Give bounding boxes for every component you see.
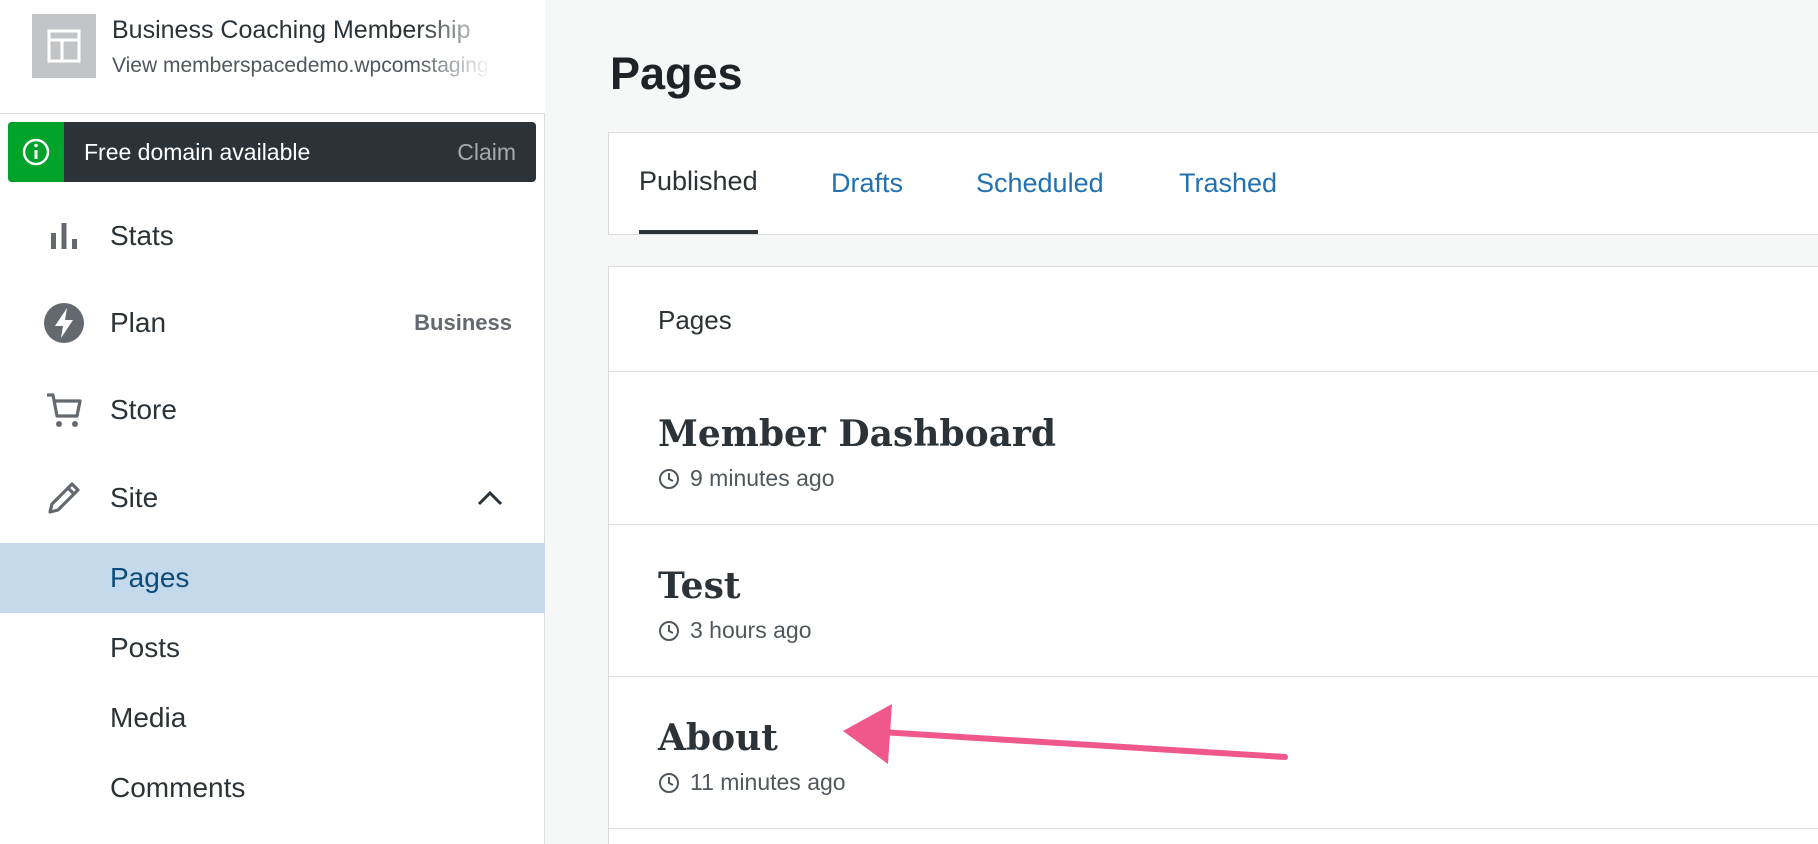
page-modified-time: 3 hours ago: [690, 617, 812, 643]
list-header-label: Pages: [658, 305, 732, 335]
list-header: Pages: [609, 267, 1818, 372]
list-item[interactable]: About 11 minutes ago: [609, 677, 1818, 829]
cart-icon: [42, 388, 86, 432]
sidebar-item-label: Site: [110, 482, 159, 513]
page-title-link[interactable]: Member Dashboard: [658, 413, 1056, 455]
sidebar-subitem-posts[interactable]: Posts: [0, 613, 545, 683]
status-tabs: Published Drafts Scheduled Trashed: [608, 132, 1818, 235]
plan-icon: [42, 301, 86, 345]
sidebar-subitem-label: Pages: [110, 562, 190, 593]
sidebar-item-plan[interactable]: Plan Business: [0, 283, 545, 363]
sidebar-subitem-pages[interactable]: Pages: [0, 543, 545, 613]
page-meta: 3 hours ago: [658, 617, 811, 644]
list-item[interactable]: Member Dashboard 9 minutes ago: [609, 373, 1818, 525]
page-title-link[interactable]: About: [658, 717, 778, 759]
site-url[interactable]: View memberspacedemo.wpcomstaging.com: [112, 54, 492, 78]
clock-icon: [658, 772, 680, 794]
sidebar-subitem-comments[interactable]: Comments: [0, 753, 545, 823]
sidebar-subitem-label: Media: [110, 702, 187, 733]
claim-button[interactable]: Claim: [457, 139, 516, 166]
page-title: Pages: [610, 48, 743, 99]
chevron-up-icon[interactable]: [475, 483, 505, 513]
notice-text: Free domain available: [84, 138, 311, 165]
page-meta: 11 minutes ago: [658, 769, 846, 796]
clock-icon: [658, 468, 680, 490]
sidebar-item-store[interactable]: Store: [0, 370, 545, 450]
sidebar-item-label: Store: [110, 394, 177, 425]
main-content: Pages Published Drafts Scheduled Trashed…: [546, 0, 1818, 844]
sidebar-item-stats[interactable]: Stats: [0, 196, 545, 276]
stats-icon: [42, 214, 86, 258]
site-title[interactable]: Business Coaching Membership: [112, 16, 497, 45]
info-icon: [8, 122, 64, 182]
sidebar-item-label: Stats: [110, 220, 174, 251]
site-header[interactable]: Business Coaching Membership View member…: [0, 0, 545, 114]
plan-badge: Business: [414, 310, 512, 335]
page-meta: 9 minutes ago: [658, 465, 834, 492]
pages-list: Pages Member Dashboard 9 minutes ago Tes…: [608, 266, 1818, 844]
tab-trashed[interactable]: Trashed: [1179, 133, 1277, 234]
tab-drafts[interactable]: Drafts: [831, 133, 903, 234]
sidebar-subitem-media[interactable]: Media: [0, 683, 545, 753]
pencil-icon: [42, 476, 86, 520]
tab-published[interactable]: Published: [639, 133, 758, 234]
sidebar-item-site[interactable]: Site: [0, 458, 545, 538]
site-layout-icon: [32, 14, 96, 78]
sidebar-item-label: Plan: [110, 307, 167, 338]
tab-scheduled[interactable]: Scheduled: [976, 133, 1104, 234]
list-item[interactable]: Test 3 hours ago: [609, 525, 1818, 677]
sidebar: Business Coaching Membership View member…: [0, 0, 545, 844]
app: Business Coaching Membership View member…: [0, 0, 1818, 844]
free-domain-notice[interactable]: Free domain available Claim: [8, 122, 536, 182]
page-modified-time: 9 minutes ago: [690, 465, 835, 491]
page-modified-time: 11 minutes ago: [690, 769, 846, 795]
sidebar-subitem-label: Posts: [110, 632, 181, 663]
page-title-link[interactable]: Test: [658, 565, 740, 607]
clock-icon: [658, 620, 680, 642]
sidebar-subitem-label: Comments: [110, 772, 246, 803]
